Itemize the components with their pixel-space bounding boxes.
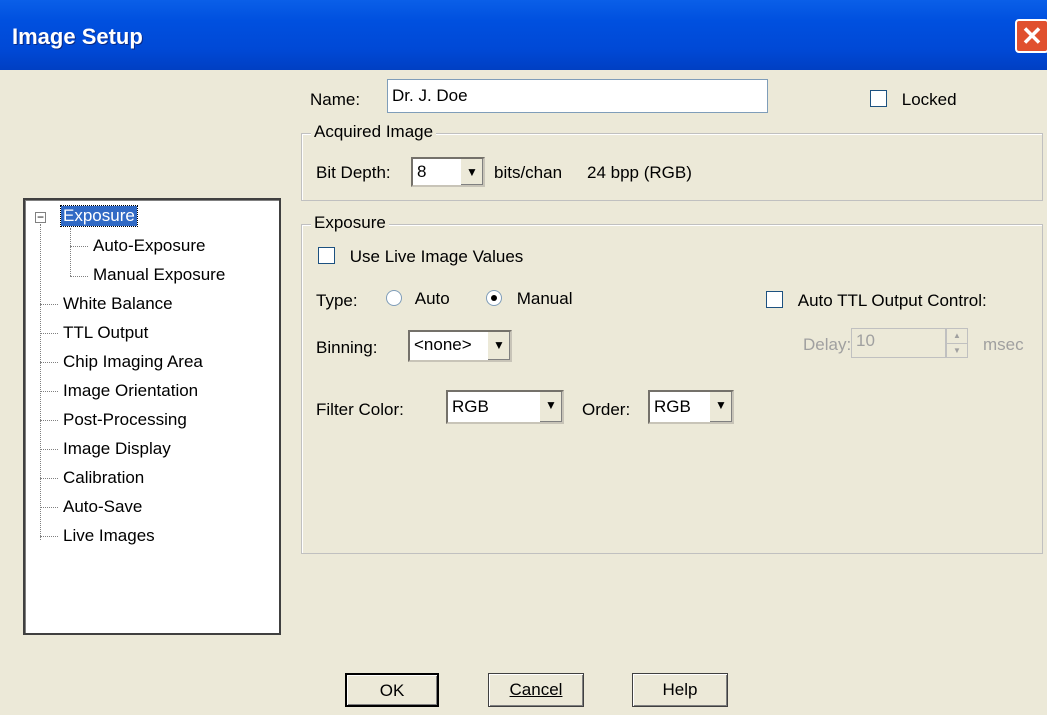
tree-connector <box>40 304 58 305</box>
delay-label: Delay: <box>803 335 852 354</box>
type-auto-label: Auto <box>414 289 450 308</box>
tree-connector <box>70 228 71 276</box>
tree-item-chip-imaging-area[interactable]: Chip Imaging Area <box>63 352 203 372</box>
tree-item-manual-exposure[interactable]: Manual Exposure <box>93 265 225 285</box>
close-icon[interactable]: ✕ <box>1015 19 1047 53</box>
tree-item-calibration[interactable]: Calibration <box>63 468 144 488</box>
tree-connector <box>70 246 88 247</box>
tree-connector <box>40 507 58 508</box>
tree-item-ttl-output[interactable]: TTL Output <box>63 323 148 343</box>
name-label: Name: <box>310 90 361 109</box>
acquired-image-group-label: Acquired Image <box>311 122 437 142</box>
order-value: RGB <box>654 397 691 416</box>
title-bar: Image Setup ✕ <box>0 0 1047 70</box>
msec-label: msec <box>983 335 1024 354</box>
delay-field: 10 <box>851 328 946 358</box>
cancel-button-label: Cancel <box>509 680 563 699</box>
settings-tree[interactable]: − Exposure Auto-Exposure Manual Exposure… <box>23 198 281 635</box>
binning-label: Binning: <box>316 338 378 357</box>
chevron-down-icon[interactable]: ▼ <box>709 392 732 422</box>
tree-connector <box>40 449 58 450</box>
order-select[interactable]: RGB ▼ <box>648 390 734 424</box>
use-live-values-label: Use Live Image Values <box>349 247 524 266</box>
auto-ttl-label: Auto TTL Output Control: <box>797 291 987 310</box>
tree-connector <box>40 391 58 392</box>
locked-label: Locked <box>901 90 957 109</box>
cancel-button[interactable]: Cancel <box>488 673 584 707</box>
bit-depth-label: Bit Depth: <box>316 163 391 182</box>
collapse-icon[interactable]: − <box>35 210 46 224</box>
tree-item-image-orientation[interactable]: Image Orientation <box>63 381 198 401</box>
bit-depth-value: 8 <box>417 162 427 181</box>
tree-connector <box>40 536 58 537</box>
tree-connector <box>70 276 88 277</box>
locked-checkbox[interactable] <box>870 90 887 107</box>
chevron-down-icon[interactable]: ▼ <box>487 332 510 360</box>
bpp-text: 24 bpp (RGB) <box>587 163 692 182</box>
name-field[interactable]: Dr. J. Doe <box>387 79 768 113</box>
auto-ttl-checkbox[interactable] <box>766 291 783 308</box>
ok-button[interactable]: OK <box>345 673 439 707</box>
auto-ttl-row[interactable]: Auto TTL Output Control: <box>766 291 987 311</box>
use-live-values-row[interactable]: Use Live Image Values <box>318 247 523 267</box>
tree-connector <box>40 333 58 334</box>
type-manual-radio[interactable] <box>486 290 502 306</box>
type-auto-option[interactable]: Auto <box>386 289 450 309</box>
tree-connector <box>40 362 58 363</box>
exposure-group <box>301 224 1043 554</box>
tree-item-post-processing[interactable]: Post-Processing <box>63 410 187 430</box>
tree-item-image-display[interactable]: Image Display <box>63 439 171 459</box>
type-manual-label: Manual <box>516 289 573 308</box>
locked-checkbox-row[interactable]: Locked <box>870 90 957 110</box>
delay-value: 10 <box>856 331 875 350</box>
bits-per-chan-label: bits/chan <box>494 163 563 182</box>
tree-connector <box>40 420 58 421</box>
tree-connector <box>40 478 58 479</box>
type-manual-option[interactable]: Manual <box>486 289 573 309</box>
tree-item-auto-exposure[interactable]: Auto-Exposure <box>93 236 205 256</box>
tree-connector <box>40 224 41 540</box>
window-title: Image Setup <box>12 24 143 49</box>
spin-up-icon: ▲ <box>947 329 967 344</box>
chevron-down-icon[interactable]: ▼ <box>460 159 483 185</box>
exposure-group-label: Exposure <box>311 213 389 233</box>
use-live-values-checkbox[interactable] <box>318 247 335 264</box>
filter-color-label: Filter Color: <box>316 400 404 419</box>
filter-color-value: RGB <box>452 397 489 416</box>
type-label: Type: <box>316 291 358 310</box>
tree-item-auto-save[interactable]: Auto-Save <box>63 497 142 517</box>
dialog-body: Name: Dr. J. Doe Locked − Exposure Auto-… <box>0 70 1047 715</box>
chevron-down-icon[interactable]: ▼ <box>539 392 562 422</box>
bit-depth-select[interactable]: 8 ▼ <box>411 157 485 187</box>
delay-spinner: ▲ ▼ <box>946 328 968 358</box>
filter-color-select[interactable]: RGB ▼ <box>446 390 564 424</box>
help-button[interactable]: Help <box>632 673 728 707</box>
type-auto-radio[interactable] <box>386 290 402 306</box>
tree-item-exposure[interactable]: Exposure <box>60 205 138 227</box>
tree-item-white-balance[interactable]: White Balance <box>63 294 173 314</box>
tree-item-live-images[interactable]: Live Images <box>63 526 155 546</box>
collapse-glyph: − <box>36 210 44 224</box>
binning-select[interactable]: <none> ▼ <box>408 330 512 362</box>
spin-down-icon: ▼ <box>953 346 961 355</box>
binning-value: <none> <box>414 335 472 354</box>
order-label: Order: <box>582 400 631 419</box>
